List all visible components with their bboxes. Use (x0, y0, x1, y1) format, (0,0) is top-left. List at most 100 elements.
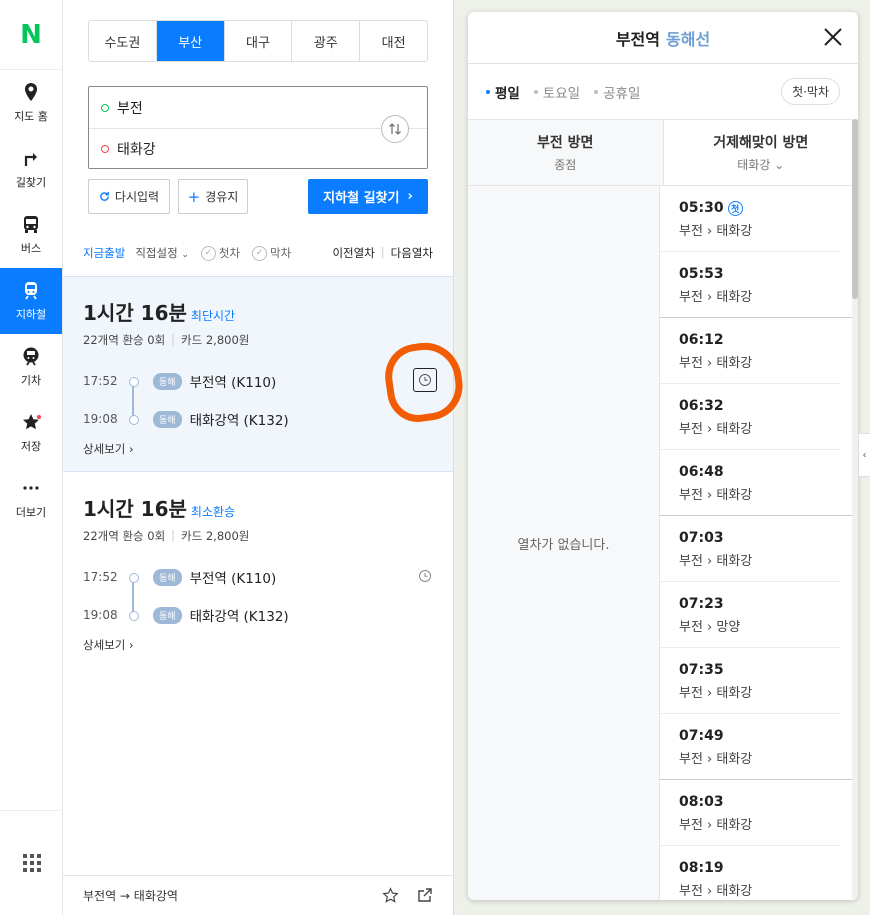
timetable-row: 06:12 부전 › 태화강 (660, 318, 840, 384)
view-detail-link[interactable]: 상세보기 › (83, 441, 134, 457)
chevron-left-icon: ‹ (862, 449, 867, 461)
departure-time: 05:30 첫 (679, 200, 840, 216)
directions-icon (24, 153, 37, 166)
depart-now-option[interactable]: 지금출발 (83, 245, 125, 261)
first-last-button[interactable]: 첫·막차 (781, 78, 840, 105)
timetable-row: 07:03 부전 › 태화강 (660, 516, 840, 582)
nav-label: 기차 (20, 374, 42, 387)
map-pin-icon (25, 83, 37, 101)
more-icon (23, 486, 39, 490)
departure-time: 06:48 (679, 464, 724, 480)
train-direction: 부전 › 태화강 (679, 884, 753, 899)
set-time-dropdown[interactable]: 직접설정 ⌄ (135, 245, 189, 261)
nav-label: 저장 (20, 440, 42, 453)
origin-value: 부전 (117, 100, 143, 117)
timetable-panel: 부전역 동해선 평일 토요일 공휴일 첫·막차 부전 방면 종점 거제해맞이 방면… (468, 12, 858, 900)
search-label: 지하철 길찾기 (323, 191, 400, 206)
day-tabs: 평일 토요일 공휴일 첫·막차 (468, 64, 858, 119)
tab-region-capital[interactable]: 수도권 (89, 21, 157, 61)
result-tag: 최소환승 (190, 505, 236, 519)
departure-time: 07:49 (679, 728, 724, 744)
tab-weekday[interactable]: 평일 (486, 82, 520, 102)
tab-region-busan[interactable]: 부산 (156, 21, 225, 61)
left-nav: N 지도 홈 길찾기 버스 지하철 기차 저장 더보기 (0, 0, 63, 915)
view-detail-link[interactable]: 상세보기 › (83, 637, 134, 653)
tab-saturday[interactable]: 토요일 (534, 82, 580, 102)
nav-train[interactable]: 기차 (0, 334, 62, 400)
departure-time: 07:35 (679, 662, 724, 678)
tab-region-gwangju[interactable]: 광주 (292, 21, 361, 61)
tab-region-daegu[interactable]: 대구 (224, 21, 293, 61)
subway-search-button[interactable]: 지하철 길찾기 › (308, 179, 428, 214)
timetable-button[interactable] (413, 564, 437, 588)
train-direction: 부전 › 태화강 (679, 356, 753, 371)
line-badge: 동해 (153, 568, 182, 586)
train-icon (23, 347, 39, 366)
check-icon: ✓ (200, 245, 216, 261)
nav-bus[interactable]: 버스 (0, 202, 62, 268)
train-direction: 부전 › 태화강 (679, 686, 753, 701)
tab-region-daejeon[interactable]: 대전 (360, 21, 427, 61)
destination-field[interactable]: 태화강 (89, 128, 427, 169)
result-info: 22개역 환승 0회 | 카드 2,800원 (83, 528, 250, 543)
nav-saved[interactable]: 저장 (0, 400, 62, 466)
result-info: 22개역 환승 0회 | 카드 2,800원 (83, 332, 250, 347)
share-icon[interactable] (417, 887, 433, 903)
train-direction: 부전 › 태화강 (679, 422, 753, 437)
naver-logo[interactable]: N (0, 0, 62, 70)
route-input-box: 부전 태화강 (88, 86, 428, 169)
train-direction: 부전 › 태화강 (679, 224, 753, 239)
reset-label: 다시입력 (114, 190, 160, 204)
departure-time: 07:03 (679, 530, 724, 546)
timetable-row: 05:53 부전 › 태화강 (660, 252, 858, 318)
footer-route: 부전역 → 태화강역 (83, 889, 178, 903)
scrollbar-thumb[interactable] (852, 119, 858, 299)
star-outline-icon[interactable] (382, 887, 399, 904)
next-train-link[interactable]: 다음열차 (391, 245, 433, 261)
train-direction: 부전 › 태화강 (679, 818, 753, 833)
line-badge: 동해 (153, 372, 182, 390)
train-direction: 부전 › 태화강 (679, 554, 753, 569)
train-direction: 부전 › 태화강 (679, 488, 753, 503)
apps-button[interactable] (0, 810, 63, 915)
nav-more[interactable]: 더보기 (0, 466, 62, 532)
search-panel: 수도권 부산 대구 광주 대전 부전 태화강 다시입력 + 경유지 지하철 길찾… (63, 0, 454, 915)
direction-left: 부전 방면 종점 (537, 135, 594, 172)
scrollbar[interactable] (852, 119, 858, 899)
origin-field[interactable]: 부전 (89, 87, 427, 128)
direction-right[interactable]: 거제해맞이 방면 태화강 ⌄ (662, 120, 858, 185)
timetable-rows: 05:30 첫 부전 › 태화강 05:53 부전 › 태화강 06:12 부전 › 태화강… (660, 186, 858, 900)
close-icon[interactable] (822, 26, 844, 48)
waypoint-label: 경유지 (205, 190, 239, 204)
timetable-row: 08:03 부전 › 태화강 (660, 780, 840, 846)
nav-label: 버스 (20, 242, 42, 255)
reset-button[interactable]: 다시입력 (88, 179, 170, 214)
nav-map-home[interactable]: 지도 홈 (0, 70, 62, 136)
departure-time: 06:32 (679, 398, 724, 414)
arrival-stop: 19:08 동해 태화강역 (K132) (83, 410, 289, 429)
nav-directions[interactable]: 길찾기 (0, 136, 62, 202)
prev-train-link[interactable]: 이전열차 (332, 245, 374, 261)
destination-dot-icon (101, 145, 109, 153)
add-waypoint-button[interactable]: + 경유지 (178, 179, 248, 214)
check-icon: ✓ (252, 245, 268, 261)
apps-grid-icon (22, 854, 41, 872)
line-badge: 동해 (153, 410, 182, 428)
timetable-row: 08:19 부전 › 태화강 (660, 846, 840, 900)
departure-time: 08:03 (679, 794, 724, 810)
tab-holiday[interactable]: 공휴일 (594, 82, 640, 102)
first-train-checkbox[interactable]: ✓ 첫차 (200, 245, 240, 261)
chevron-down-icon: ⌄ (181, 250, 189, 260)
train-direction: 부전 › 태화강 (679, 290, 753, 305)
nav-subway[interactable]: 지하철 (0, 268, 62, 334)
timetable-row: 06:32 부전 › 태화강 (660, 384, 840, 450)
last-train-checkbox[interactable]: ✓ 막차 (252, 245, 291, 261)
swap-button[interactable] (381, 115, 409, 143)
timetable-row: 06:48 부전 › 태화강 (660, 450, 858, 516)
no-trains-message: 열차가 없습니다. (468, 186, 660, 900)
nav-label: 지하철 (15, 308, 47, 321)
subway-icon (25, 282, 37, 300)
route-result-card[interactable]: 1시간 16분 최소환승 22개역 환승 0회 | 카드 2,800원 17:52 동해… (63, 473, 453, 669)
origin-dot-icon (101, 103, 109, 112)
collapse-handle[interactable]: ‹ (858, 433, 870, 477)
